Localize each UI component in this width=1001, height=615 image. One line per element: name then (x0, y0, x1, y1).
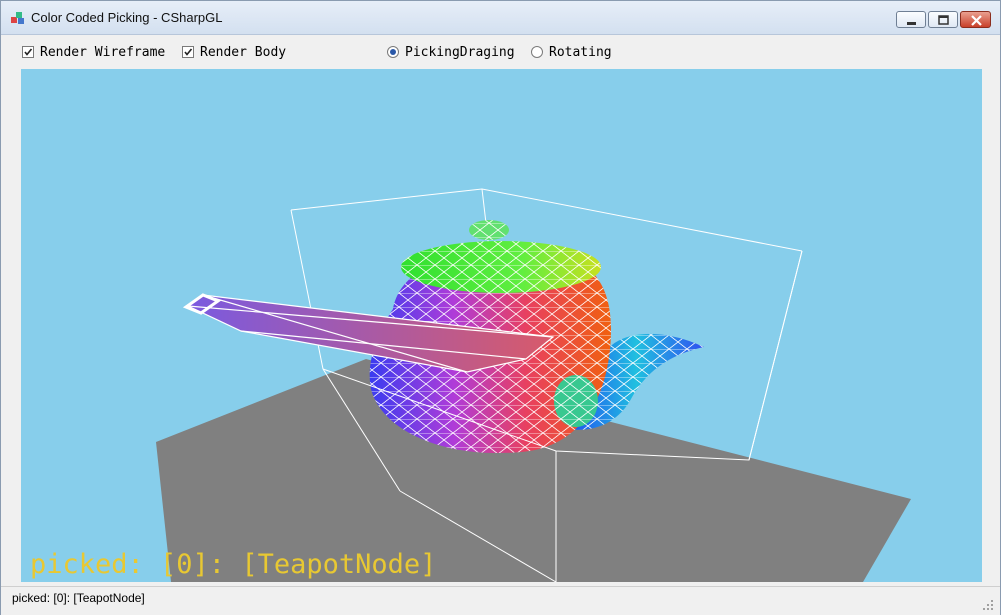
app-icon (11, 11, 25, 25)
picking-draging-label: PickingDraging (405, 45, 515, 60)
minimize-icon (907, 22, 916, 25)
resize-grip-icon[interactable] (982, 599, 994, 611)
render-body-label: Render Body (200, 45, 287, 60)
status-text: picked: [0]: [TeapotNode] (12, 591, 145, 605)
checkmark-icon (184, 48, 193, 56)
title-bar[interactable]: Color Coded Picking - CSharpGL (1, 1, 1000, 35)
close-button[interactable] (960, 11, 991, 28)
app-window: Color Coded Picking - CSharpGL Render Wi… (0, 0, 1001, 615)
gl-canvas[interactable]: picked: [0]: [TeapotNode] (21, 69, 982, 582)
checkbox-box[interactable] (22, 46, 34, 58)
teapot-lid-mesh (401, 241, 601, 293)
window-title: Color Coded Picking - CSharpGL (31, 10, 223, 25)
maximize-icon (938, 15, 949, 25)
radio-selected-dot (390, 49, 396, 55)
maximize-button[interactable] (928, 11, 958, 28)
checkmark-icon (24, 48, 33, 56)
checkbox-box[interactable] (182, 46, 194, 58)
rotating-label: Rotating (549, 45, 612, 60)
teapot-green-lump-mesh (554, 375, 598, 427)
radio-circle[interactable] (531, 46, 543, 58)
minimize-button[interactable] (896, 11, 926, 28)
teapot-knob-mesh (469, 220, 509, 240)
picked-overlay-text: picked: [0]: [TeapotNode] (30, 549, 437, 580)
radio-circle[interactable] (387, 46, 399, 58)
scene-3d[interactable] (21, 69, 982, 582)
status-bar: picked: [0]: [TeapotNode] (1, 586, 1000, 615)
close-icon (971, 15, 982, 26)
render-wireframe-label: Render Wireframe (40, 45, 166, 60)
toolbar: Render Wireframe Render Body PickingDrag… (1, 35, 1000, 69)
